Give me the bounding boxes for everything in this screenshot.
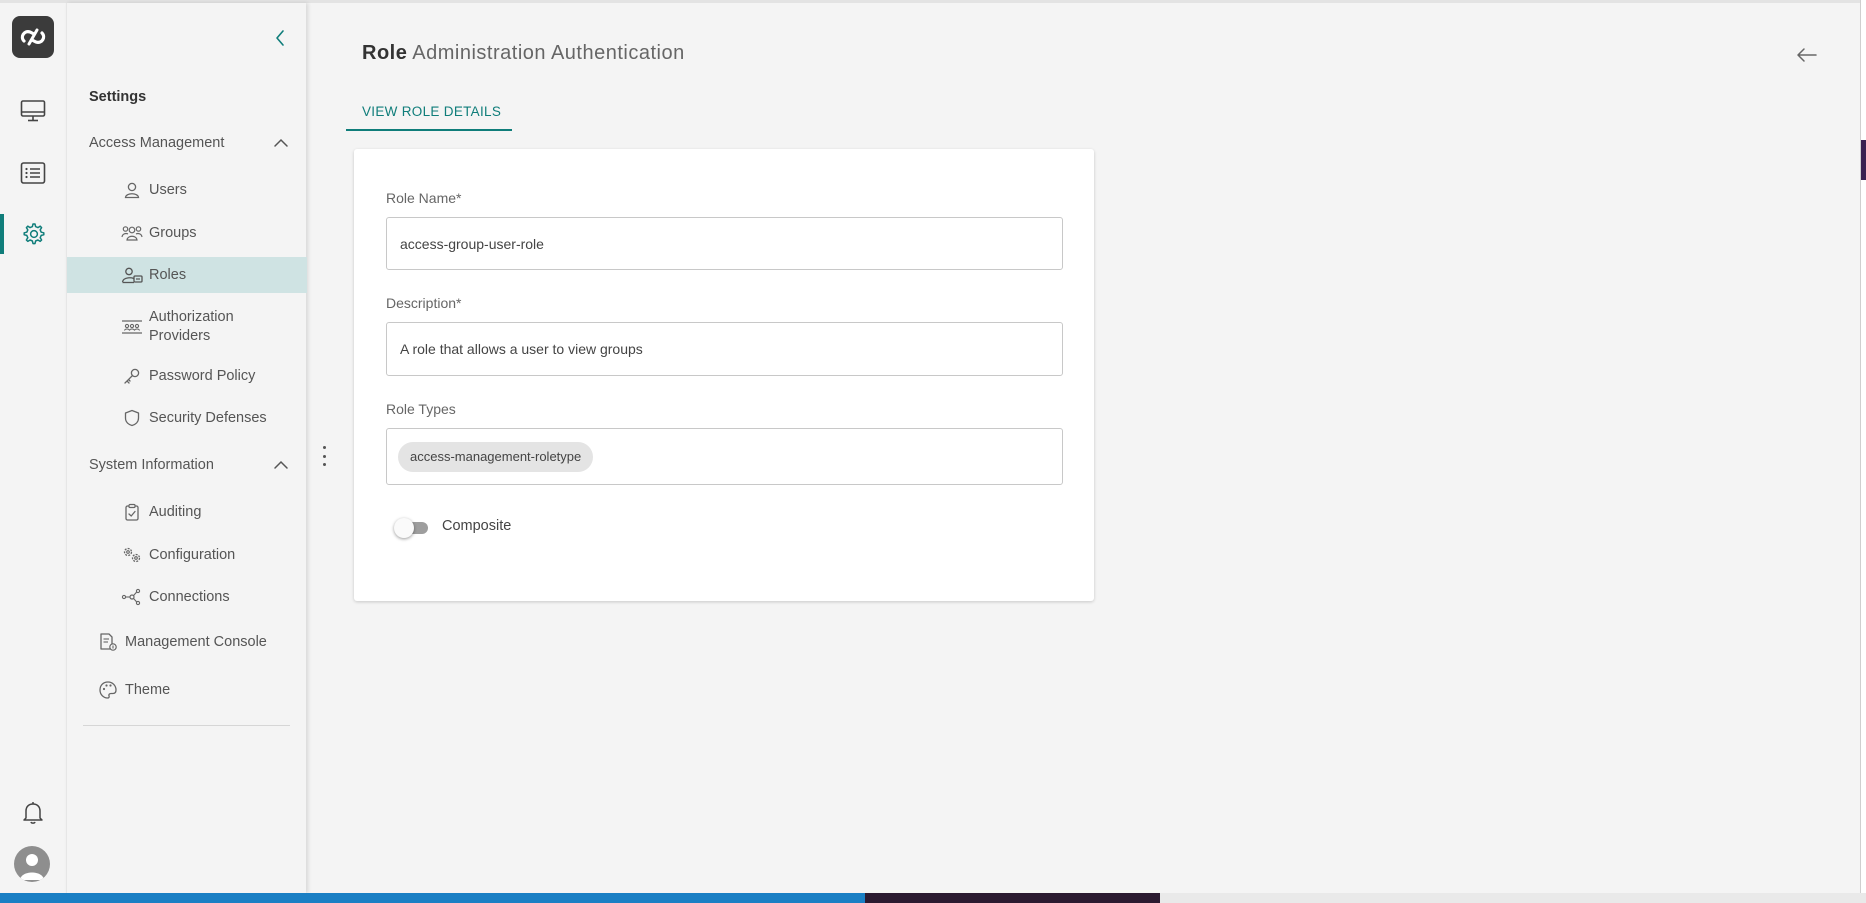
sidebar-title: Settings	[89, 89, 147, 105]
section-label: Access Management	[89, 135, 225, 151]
page-title: Role Administration Authentication	[362, 42, 685, 65]
sidebar-item-theme[interactable]: Theme	[67, 672, 307, 708]
sidebar-divider	[83, 725, 290, 726]
tab-view-role-details[interactable]: VIEW ROLE DETAILS	[346, 93, 512, 131]
sidebar-item-label: Password Policy	[149, 367, 256, 384]
user-avatar[interactable]	[14, 846, 50, 882]
sidebar-item-groups[interactable]: Groups	[67, 215, 307, 251]
app-logo[interactable]	[12, 16, 54, 58]
sidebar-item-authorization-providers[interactable]: Authorization Providers	[67, 305, 307, 349]
role-name-label: Role Name*	[386, 190, 462, 206]
collapse-sidebar-button[interactable]	[267, 25, 293, 51]
sidebar-item-auditing[interactable]: Auditing	[67, 494, 307, 530]
chevron-left-icon	[276, 30, 284, 46]
sidebar-item-label: Management Console	[125, 633, 267, 650]
roles-icon	[121, 267, 143, 284]
window-edge	[1860, 0, 1866, 893]
rail-monitor-button[interactable]	[0, 89, 66, 133]
sidebar-item-label: Users	[149, 181, 187, 198]
settings-sidebar: Settings Access Management Users Groups …	[66, 3, 307, 893]
section-label: System Information	[89, 457, 214, 473]
gear-icon	[23, 223, 45, 245]
page-title-bold: Role	[362, 42, 408, 64]
taskbar-strip	[0, 893, 1866, 903]
chevron-up-icon	[274, 138, 288, 147]
sidebar-item-label: Theme	[125, 681, 171, 698]
section-system-information[interactable]: System Information	[89, 453, 289, 477]
role-name-value: access-group-user-role	[400, 235, 544, 252]
main-content: Role Administration Authentication VIEW …	[306, 3, 1860, 893]
monitor-icon	[20, 100, 46, 122]
app-window: Settings Access Management Users Groups …	[0, 0, 1860, 893]
bell-icon	[23, 802, 43, 824]
page-title-rest: Administration Authentication	[412, 42, 685, 64]
description-label: Description*	[386, 295, 462, 311]
sidebar-item-roles[interactable]: Roles	[67, 257, 307, 293]
composite-toggle[interactable]	[394, 517, 430, 538]
rail-notifications-button[interactable]	[0, 791, 66, 835]
sidebar-item-label: Auditing	[149, 503, 202, 520]
sidebar-item-security-defenses[interactable]: Security Defenses	[67, 400, 307, 436]
role-type-chip[interactable]: access-management-roletype	[398, 441, 594, 472]
sidebar-item-label: Security Defenses	[149, 409, 267, 426]
authorization-providers-icon	[122, 320, 142, 334]
rail-settings-button[interactable]	[0, 212, 66, 256]
sidebar-item-label: Configuration	[149, 546, 236, 563]
console-icon	[100, 633, 117, 651]
gears-icon	[123, 547, 141, 563]
role-details-card: Role Name* access-group-user-role Descri…	[354, 149, 1094, 601]
chevron-up-icon	[274, 460, 288, 469]
sidebar-item-connections[interactable]: Connections	[67, 579, 307, 615]
groups-icon	[121, 226, 143, 241]
composite-label: Composite	[442, 518, 512, 534]
role-name-field[interactable]: access-group-user-role	[386, 217, 1063, 270]
icon-rail	[0, 3, 66, 893]
clipboard-icon	[125, 503, 139, 521]
sidebar-item-configuration[interactable]: Configuration	[67, 537, 307, 573]
role-types-label: Role Types	[386, 401, 456, 417]
sidebar-item-label: Connections	[149, 588, 230, 605]
network-icon	[121, 588, 141, 606]
sidebar-item-label: Authorization Providers	[149, 309, 234, 344]
role-types-field[interactable]: access-management-roletype	[386, 428, 1063, 485]
avatar-icon	[20, 854, 44, 880]
logo-icon	[20, 28, 46, 46]
description-field[interactable]: A role that allows a user to view groups	[386, 322, 1063, 376]
rail-list-button[interactable]	[0, 151, 66, 195]
description-value: A role that allows a user to view groups	[400, 341, 643, 357]
section-access-management[interactable]: Access Management	[89, 131, 289, 155]
user-icon	[124, 182, 140, 199]
shield-icon	[124, 409, 140, 427]
list-icon	[20, 162, 46, 184]
arrow-left-icon	[1797, 48, 1817, 62]
key-icon	[124, 368, 140, 384]
sidebar-item-label: Roles	[149, 266, 187, 283]
sidebar-item-management-console[interactable]: Management Console	[67, 624, 307, 660]
palette-icon	[99, 681, 117, 699]
sidebar-item-users[interactable]: Users	[67, 172, 307, 208]
sidebar-item-label: Groups	[149, 224, 197, 241]
back-button[interactable]	[1792, 41, 1822, 69]
sidebar-item-password-policy[interactable]: Password Policy	[67, 358, 307, 394]
